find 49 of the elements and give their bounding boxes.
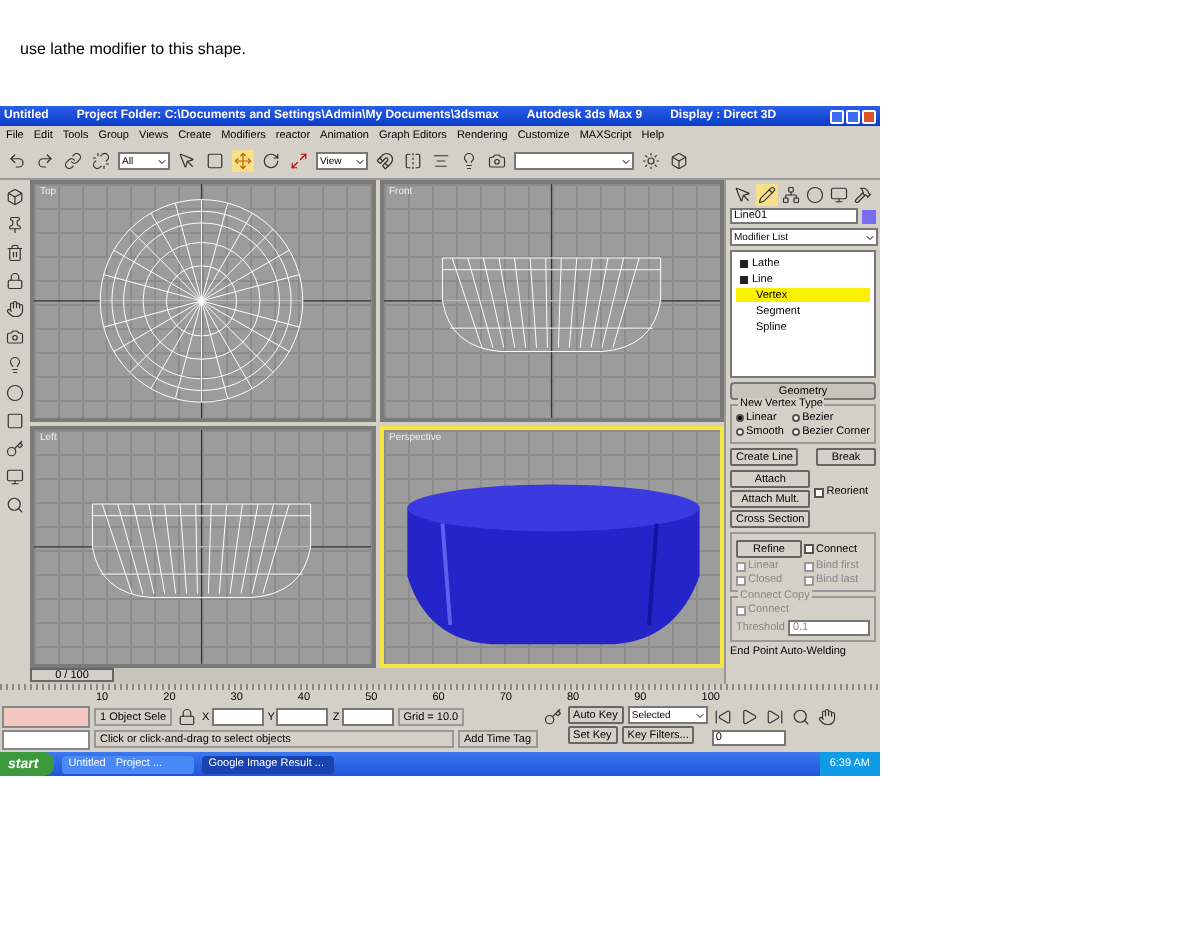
create-tab-icon[interactable] <box>731 184 754 206</box>
hierarchy-tab-icon[interactable] <box>779 184 802 206</box>
tool-icon[interactable] <box>4 242 26 264</box>
caret-icon <box>620 155 632 167</box>
caret-icon <box>864 231 876 243</box>
key-icon[interactable] <box>541 706 564 728</box>
zoom-icon[interactable] <box>789 706 812 728</box>
play-icon[interactable] <box>737 706 760 728</box>
mirror-icon[interactable] <box>402 150 424 172</box>
select-icon[interactable] <box>176 150 198 172</box>
redo-icon[interactable] <box>34 150 56 172</box>
named-selection-dropdown[interactable] <box>514 152 634 170</box>
display-tab-icon[interactable] <box>828 184 851 206</box>
unlink-icon[interactable] <box>90 150 112 172</box>
tool-icon[interactable] <box>4 270 26 292</box>
scale-icon[interactable] <box>288 150 310 172</box>
lock-icon[interactable] <box>176 706 199 728</box>
modify-tab-icon[interactable] <box>755 184 778 206</box>
tool-icon[interactable] <box>4 438 26 460</box>
tool-icon[interactable] <box>4 466 26 488</box>
snap-icon[interactable] <box>374 150 396 172</box>
caret-icon <box>156 155 168 167</box>
tool-icon[interactable] <box>4 298 26 320</box>
undo-icon[interactable] <box>6 150 28 172</box>
go-to-start-icon[interactable] <box>711 706 734 728</box>
close-button[interactable] <box>862 109 876 123</box>
tool-icon[interactable] <box>4 214 26 236</box>
utilities-tab-icon[interactable] <box>852 184 875 206</box>
script-listener-field[interactable] <box>2 706 90 727</box>
instruction-text: use lathe modifier to this shape. <box>18 38 248 62</box>
tool-icon[interactable] <box>4 410 26 432</box>
tool-icon[interactable] <box>4 186 26 208</box>
camera-icon[interactable] <box>486 150 508 172</box>
object-color-swatch[interactable] <box>862 209 876 223</box>
select-region-icon[interactable] <box>204 150 226 172</box>
tool-icon[interactable] <box>4 326 26 348</box>
tool-icon[interactable] <box>4 494 26 516</box>
caret-icon <box>354 155 366 167</box>
caret-icon <box>693 709 706 721</box>
maximize-button[interactable] <box>846 109 860 123</box>
align-icon[interactable] <box>430 150 452 172</box>
link-icon[interactable] <box>62 150 84 172</box>
rotate-icon[interactable] <box>260 150 282 172</box>
pan-icon[interactable] <box>815 706 838 728</box>
motion-tab-icon[interactable] <box>804 184 827 206</box>
minimize-button[interactable] <box>830 109 844 123</box>
tool-icon[interactable] <box>4 382 26 404</box>
script-listener-field[interactable] <box>2 729 90 750</box>
go-to-end-icon[interactable] <box>763 706 786 728</box>
